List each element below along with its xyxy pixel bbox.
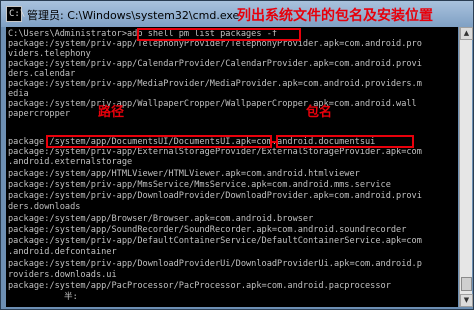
title-bar[interactable]: C:\ 管理员: C:\Windows\system32\cmd.exe 列出系… [1, 1, 473, 27]
console-line: package:/system/priv-app/MmsService/MmsS… [8, 180, 391, 190]
console-line: papercropper [8, 109, 71, 119]
console-line: package:/system/priv-app/DownloadProvide… [8, 259, 422, 269]
window-title: 管理员: C:\Windows\system32\cmd.exe [27, 9, 240, 22]
console-line: package:/system/app/HTMLViewer/HTMLViewe… [8, 169, 360, 179]
scroll-up-arrow-icon[interactable]: ▲ [460, 27, 473, 40]
package-highlight-box [276, 135, 414, 148]
console-line: package:/system/app/Browser/Browser.apk=… [8, 214, 314, 224]
console-line: package:/system/app/PacProcessor/PacProc… [8, 281, 391, 291]
console-line: ders.calendar [8, 69, 76, 79]
command-highlight-box [137, 28, 301, 41]
console-line: .android.defcontainer [8, 247, 117, 257]
console-line: .android.externalstorage [8, 157, 133, 167]
console-line: package:/system/app/SoundRecorder/SoundR… [8, 225, 407, 235]
console-line: viders.telephony [8, 49, 91, 59]
console-output[interactable]: C:\Users\Administrator>adb shell pm list… [6, 27, 458, 307]
highlight-connector [272, 141, 277, 143]
package-annotation-label: 包名 [306, 105, 333, 120]
cmd-icon[interactable]: C:\ [6, 6, 26, 22]
scrollbar-thumb[interactable] [461, 277, 472, 291]
path-highlight-box [46, 135, 272, 148]
path-annotation-label: 路径 [98, 105, 125, 120]
ime-status-line: 半: [64, 292, 78, 302]
console-line: package:/system/priv-app/CalendarProvide… [8, 59, 422, 69]
cmd-icon-glyph: C:\ [9, 9, 26, 19]
console-line: ders.downloads [8, 202, 81, 212]
scroll-down-arrow-icon[interactable]: ▼ [460, 294, 473, 307]
console-line: roviders.downloads.ui [8, 270, 117, 280]
console-line: package:/system/priv-app/WallpaperCroppe… [8, 99, 417, 109]
console-line: package:/system/priv-app/ExternalStorage… [8, 147, 422, 157]
console-line: edia [8, 89, 29, 99]
cmd-window: C:\ 管理员: C:\Windows\system32\cmd.exe 列出系… [0, 0, 474, 310]
console-line: package:/system/priv-app/MediaProvider/M… [8, 79, 422, 89]
console-line: package:/system/priv-app/DownloadProvide… [8, 191, 422, 201]
console-line: package:/system/priv-app/DefaultContaine… [8, 236, 422, 246]
annotation-title: 列出系统文件的包名及安装位置 [237, 8, 433, 24]
vertical-scrollbar[interactable]: ▲ ▼ [459, 27, 473, 307]
